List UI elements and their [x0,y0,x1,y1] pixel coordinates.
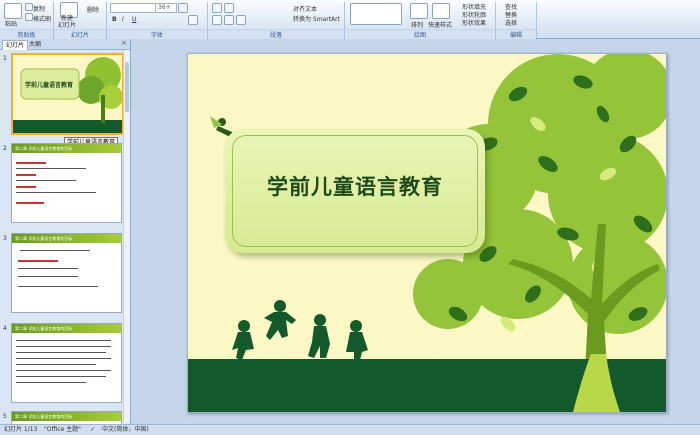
slide-thumbnail-2[interactable]: 第二章 学前儿童语言教育的目标 [11,143,122,223]
thumb-header: 第二章 学前儿童语言教育的目标 [15,326,73,331]
slides-group-label: 幻灯片 [54,29,106,39]
align-center-icon[interactable] [224,15,234,25]
tab-outline[interactable]: 大纲 [26,40,44,49]
shapes-gallery[interactable] [350,3,402,25]
tab-slides[interactable]: 幻灯片 [2,40,29,50]
pane-tabs: 幻灯片 大纲 × [0,39,130,50]
arrange-button[interactable]: 排列 [411,20,423,29]
close-icon[interactable]: × [121,39,127,47]
delete-slide-button[interactable]: 删除 [87,5,99,14]
smartart-button[interactable]: 转换为 SmartArt [293,14,340,23]
status-bar: 幻灯片 1/13 "Office 主题" ✓ 中文(简体，中国) [0,424,700,435]
thumb-header: 第二章 学前儿童语言教育的目标 [15,236,73,241]
slides-pane: 幻灯片 大纲 × 1 学前儿童语言教育 学前儿童语言教育 2 第二章 学前儿童语… [0,39,131,425]
bullets-icon[interactable] [212,3,222,13]
paragraph-group-label: 段落 [208,29,344,39]
align-left-icon[interactable] [212,15,222,25]
numbering-icon[interactable] [224,3,234,13]
font-group-label: 字体 [107,29,207,39]
slide-number: 1 [3,55,7,62]
editing-group-label: 编辑 [496,29,536,39]
slide-1-art [13,57,122,133]
slide-thumbnail-4[interactable]: 第二章 学前儿童语言教育的目标 [11,323,122,403]
new-slide-button-2[interactable]: 幻灯片 [58,20,76,29]
ribbon: 粘贴 复制 格式刷 剪贴板 新建 幻灯片 删除 幻灯片 36+ B I U 字体… [0,0,700,39]
copy-icon[interactable] [25,3,33,11]
underline-button[interactable]: U [132,16,136,23]
arrange-icon[interactable] [410,3,428,19]
quick-styles-icon[interactable] [432,3,450,19]
clipboard-group-label: 剪贴板 [0,29,53,39]
copy-button[interactable]: 复制 [33,4,45,13]
paste-button[interactable]: 粘贴 [5,19,17,28]
pane-scrollbar[interactable] [123,50,130,423]
format-painter-button[interactable]: 格式刷 [33,14,51,23]
slide-number: 2 [3,145,7,152]
slide-thumbnail-1[interactable]: 学前儿童语言教育 [11,53,124,135]
scrollbar-thumb[interactable] [125,62,129,112]
slide-canvas: 学前儿童语言教育 [131,39,700,424]
thumb-header: 第二章 学前儿童语言教育的目标 [15,146,73,151]
align-right-icon[interactable] [236,15,246,25]
font-family-field[interactable] [110,3,156,13]
thumb-header: 第二章 学前儿童语言教育的目标 [15,414,73,419]
font-size-field[interactable]: 36+ [155,3,177,13]
quick-styles-button[interactable]: 快速样式 [428,20,452,29]
slide-number: 4 [3,325,7,332]
slide-thumbnail-5[interactable]: 第二章 学前儿童语言教育的目标 [11,411,122,425]
drawing-group-label: 绘图 [345,29,495,39]
font-color-icon[interactable] [188,15,198,25]
bold-button[interactable]: B [112,16,117,23]
align-text-button[interactable]: 对齐文本 [293,4,317,13]
slide-number: 5 [3,413,7,420]
format-painter-icon[interactable] [25,13,33,21]
slide-1-thumb-title: 学前儿童语言教育 [25,82,74,89]
slide-number: 3 [3,235,7,242]
shape-effects-button[interactable]: 形状效果 [462,18,486,27]
slide-thumbnail-3[interactable]: 第二章 学前儿童语言教育的目标 [11,233,122,313]
paste-icon[interactable] [4,3,22,19]
select-button[interactable]: 选择 [505,18,517,27]
title-placeholder[interactable]: 学前儿童语言教育 [225,129,485,253]
italic-button[interactable]: I [122,16,124,23]
slide-title[interactable]: 学前儿童语言教育 [225,171,485,201]
font-grow-icon[interactable] [178,3,188,13]
current-slide[interactable]: 学前儿童语言教育 [187,53,667,413]
